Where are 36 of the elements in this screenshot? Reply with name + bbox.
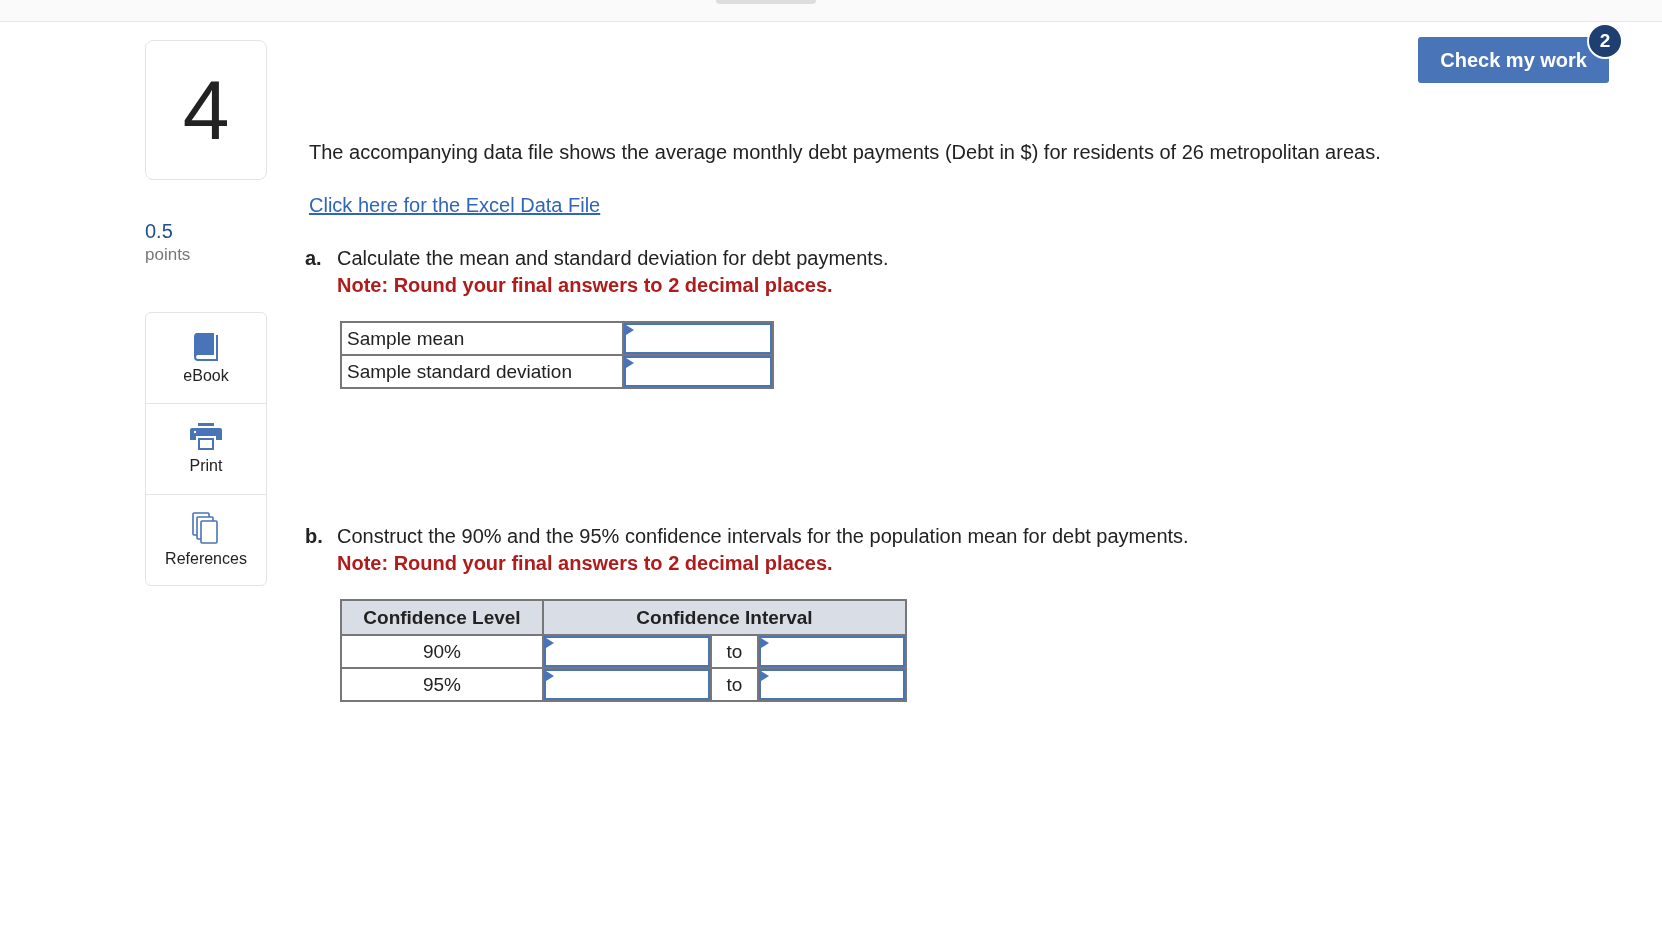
table-cell: 90%	[341, 635, 543, 668]
table-cell: 95%	[341, 668, 543, 701]
part-letter: b.	[305, 525, 324, 549]
rounding-note: Note: Round your final answers to 2 decimal places.	[337, 274, 834, 297]
question-text: The accompanying data file shows the average monthly debt payments (Debt in $) for residents of 26 metropolitan areas.	[309, 141, 1381, 164]
part-letter: a.	[305, 247, 323, 271]
corner-marker-icon	[546, 671, 554, 681]
corner-marker-icon	[761, 638, 769, 648]
book-icon	[193, 331, 219, 361]
corner-marker-icon	[626, 358, 634, 368]
answer-field[interactable]	[759, 636, 905, 667]
points-label: points	[145, 245, 192, 265]
table-cell: Sample standard deviation	[341, 355, 623, 388]
table-cell: Sample mean	[341, 322, 623, 355]
corner-marker-icon	[626, 325, 634, 335]
answer-field[interactable]	[624, 323, 772, 354]
count-badge: 2	[1587, 23, 1623, 59]
answer-field[interactable]	[759, 669, 905, 700]
points-value: 0.5	[145, 220, 174, 243]
question-number: 4	[145, 40, 267, 180]
rounding-note: Note: Round your final answers to 2 decimal places.	[337, 552, 834, 575]
references-button[interactable]: References	[145, 494, 267, 586]
column-header: Confidence Level	[341, 600, 543, 635]
column-header: Confidence Interval	[543, 600, 906, 635]
answer-field[interactable]	[544, 636, 710, 667]
ebook-button[interactable]: eBook	[145, 312, 267, 404]
copies-icon	[192, 512, 220, 544]
answer-field[interactable]	[624, 356, 772, 387]
data-file-link[interactable]: Click here for the Excel Data File	[309, 194, 601, 217]
part-question: Construct the 90% and the 95% confidence intervals for the population mean for debt payments.	[337, 525, 1189, 548]
part-question: Calculate the mean and standard deviation for debt payments.	[337, 247, 889, 270]
print-button[interactable]: Print	[145, 403, 267, 495]
corner-marker-icon	[546, 638, 554, 648]
corner-marker-icon	[761, 671, 769, 681]
printer-icon	[190, 423, 222, 451]
answer-field[interactable]	[544, 669, 710, 700]
